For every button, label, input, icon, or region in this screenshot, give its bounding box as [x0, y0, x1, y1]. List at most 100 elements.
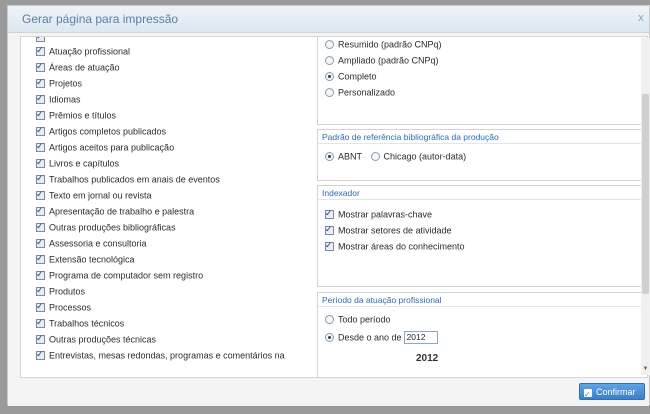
confirm-button[interactable]: Confirmar: [579, 383, 645, 403]
checkbox[interactable]: [36, 188, 45, 201]
checklist-item[interactable]: Entrevistas, mesas redondas, programas e…: [36, 348, 285, 361]
checklist-item[interactable]: Livros e capítulos: [36, 156, 120, 169]
checkbox[interactable]: [36, 37, 45, 43]
period-option-all[interactable]: Todo período: [325, 313, 391, 325]
checkbox[interactable]: [325, 223, 334, 236]
option-label: Todo período: [338, 314, 391, 325]
option-label: Completo: [338, 71, 377, 82]
radio[interactable]: [325, 88, 334, 98]
checkbox[interactable]: [36, 92, 45, 105]
checkbox[interactable]: [36, 60, 45, 73]
checkbox[interactable]: [36, 316, 45, 329]
checklist-item[interactable]: Programa de computador sem registro: [36, 268, 203, 281]
checklist-label: Outras produções técnicas: [49, 334, 157, 345]
checklist-item[interactable]: Trabalhos publicados em anais de eventos: [36, 172, 220, 185]
checklist-label: Processos: [49, 302, 92, 313]
checklist-label: Apresentação de trabalho e palestra: [49, 206, 195, 217]
checkbox[interactable]: [36, 140, 45, 153]
checklist-label: Trabalhos técnicos: [49, 318, 125, 329]
checkbox[interactable]: [36, 156, 45, 169]
checkbox[interactable]: [36, 236, 45, 249]
reference-options: ABNT Chicago (autor-data): [325, 150, 466, 162]
radio[interactable]: [325, 315, 334, 325]
checklist-item-partial[interactable]: [36, 37, 49, 43]
reference-section: Padrão de referência bibliográfica da pr…: [317, 129, 647, 181]
checkbox[interactable]: [36, 76, 45, 89]
checklist-item[interactable]: Texto em jornal ou revista: [36, 188, 152, 201]
format-option-personalizado[interactable]: Personalizado: [325, 86, 395, 98]
checkbox[interactable]: [36, 220, 45, 233]
checklist-item[interactable]: Outras produções técnicas: [36, 332, 157, 345]
checklist-label: Artigos aceitos para publicação: [49, 142, 175, 153]
checklist-item[interactable]: Assessoria e consultoria: [36, 236, 147, 249]
checklist-item[interactable]: Produtos: [36, 284, 85, 297]
checkbox[interactable]: [36, 300, 45, 313]
option-label: Resumido (padrão CNPq): [338, 39, 442, 50]
indexer-option-sectors[interactable]: Mostrar setores de atividade: [325, 223, 452, 236]
checklist-item[interactable]: Processos: [36, 300, 92, 313]
sections-checklist: Atuação profissional Áreas de atuação Pr…: [21, 37, 311, 377]
checkbox[interactable]: [36, 284, 45, 297]
checkbox[interactable]: [36, 172, 45, 185]
checkbox[interactable]: [36, 204, 45, 217]
format-option-resumido[interactable]: Resumido (padrão CNPq): [325, 38, 442, 50]
checkbox[interactable]: [36, 44, 45, 57]
checklist-item[interactable]: Artigos aceitos para publicação: [36, 140, 175, 153]
indexer-option-keywords[interactable]: Mostrar palavras-chave: [325, 207, 433, 220]
section-divider: [318, 199, 647, 200]
checkbox[interactable]: [325, 239, 334, 252]
option-label: Chicago (autor-data): [383, 151, 467, 162]
period-section-title: Período da atuação profissional: [322, 295, 442, 305]
period-section: Período da atuação profissional Todo per…: [317, 292, 647, 377]
checklist-item[interactable]: Áreas de atuação: [36, 60, 120, 73]
confirm-label: Confirmar: [596, 387, 636, 397]
checklist-label: Assessoria e consultoria: [49, 238, 147, 249]
checklist-item[interactable]: Idiomas: [36, 92, 81, 105]
option-label: Mostrar palavras-chave: [338, 209, 433, 220]
format-option-ampliado[interactable]: Ampliado (padrão CNPq): [325, 54, 439, 66]
checkbox[interactable]: [36, 124, 45, 137]
checkbox[interactable]: [36, 348, 45, 361]
radio[interactable]: [325, 333, 334, 343]
section-divider: [318, 306, 647, 307]
checklist-item[interactable]: Artigos completos publicados: [36, 124, 167, 137]
radio-abnt[interactable]: [325, 152, 334, 162]
checkbox[interactable]: [36, 268, 45, 281]
radio[interactable]: [325, 56, 334, 66]
section-divider: [318, 143, 647, 144]
dialog-title: Gerar página para impressão: [22, 12, 179, 26]
checklist-item[interactable]: Prêmios e títulos: [36, 108, 116, 121]
checklist-label: Livros e capítulos: [49, 158, 120, 169]
checklist-label: Trabalhos publicados em anais de eventos: [49, 174, 220, 185]
format-section: Resumido (padrão CNPq) Ampliado (padrão …: [317, 37, 647, 125]
scroll-down-arrow-icon[interactable]: ▼: [642, 366, 649, 373]
checklist-item[interactable]: Projetos: [36, 76, 83, 89]
check-icon: [584, 386, 592, 403]
checklist-item[interactable]: Extensão tecnológica: [36, 252, 135, 265]
checklist-item[interactable]: Trabalhos técnicos: [36, 316, 125, 329]
checklist-label: Idiomas: [49, 94, 81, 105]
checklist-label: Projetos: [49, 78, 83, 89]
format-option-completo[interactable]: Completo: [325, 70, 377, 82]
checkbox[interactable]: [36, 332, 45, 345]
checklist-label: Artigos completos publicados: [49, 126, 167, 137]
checkbox[interactable]: [36, 252, 45, 265]
period-option-since[interactable]: Desde o ano de 2012: [325, 331, 438, 345]
checklist-item[interactable]: Atuação profissional: [36, 44, 130, 57]
checklist-label: Entrevistas, mesas redondas, programas e…: [49, 350, 285, 361]
checkbox[interactable]: [325, 207, 334, 220]
dialog-footer: Confirmar: [8, 378, 649, 406]
year-input[interactable]: 2012: [403, 331, 438, 345]
radio-chicago[interactable]: [370, 152, 380, 162]
checklist-item[interactable]: Apresentação de trabalho e palestra: [36, 204, 195, 217]
option-label: ABNT: [338, 151, 363, 162]
vertical-scrollbar[interactable]: ▼: [641, 38, 650, 375]
option-label: Desde o ano de: [338, 332, 402, 343]
checklist-item[interactable]: Outras produções bibliográficas: [36, 220, 176, 233]
indexer-option-areas[interactable]: Mostrar áreas do conhecimento: [325, 239, 465, 252]
close-icon[interactable]: x: [635, 12, 647, 24]
checkbox[interactable]: [36, 108, 45, 121]
radio[interactable]: [325, 72, 334, 82]
radio[interactable]: [325, 40, 334, 50]
scrollbar-thumb[interactable]: [642, 94, 649, 294]
